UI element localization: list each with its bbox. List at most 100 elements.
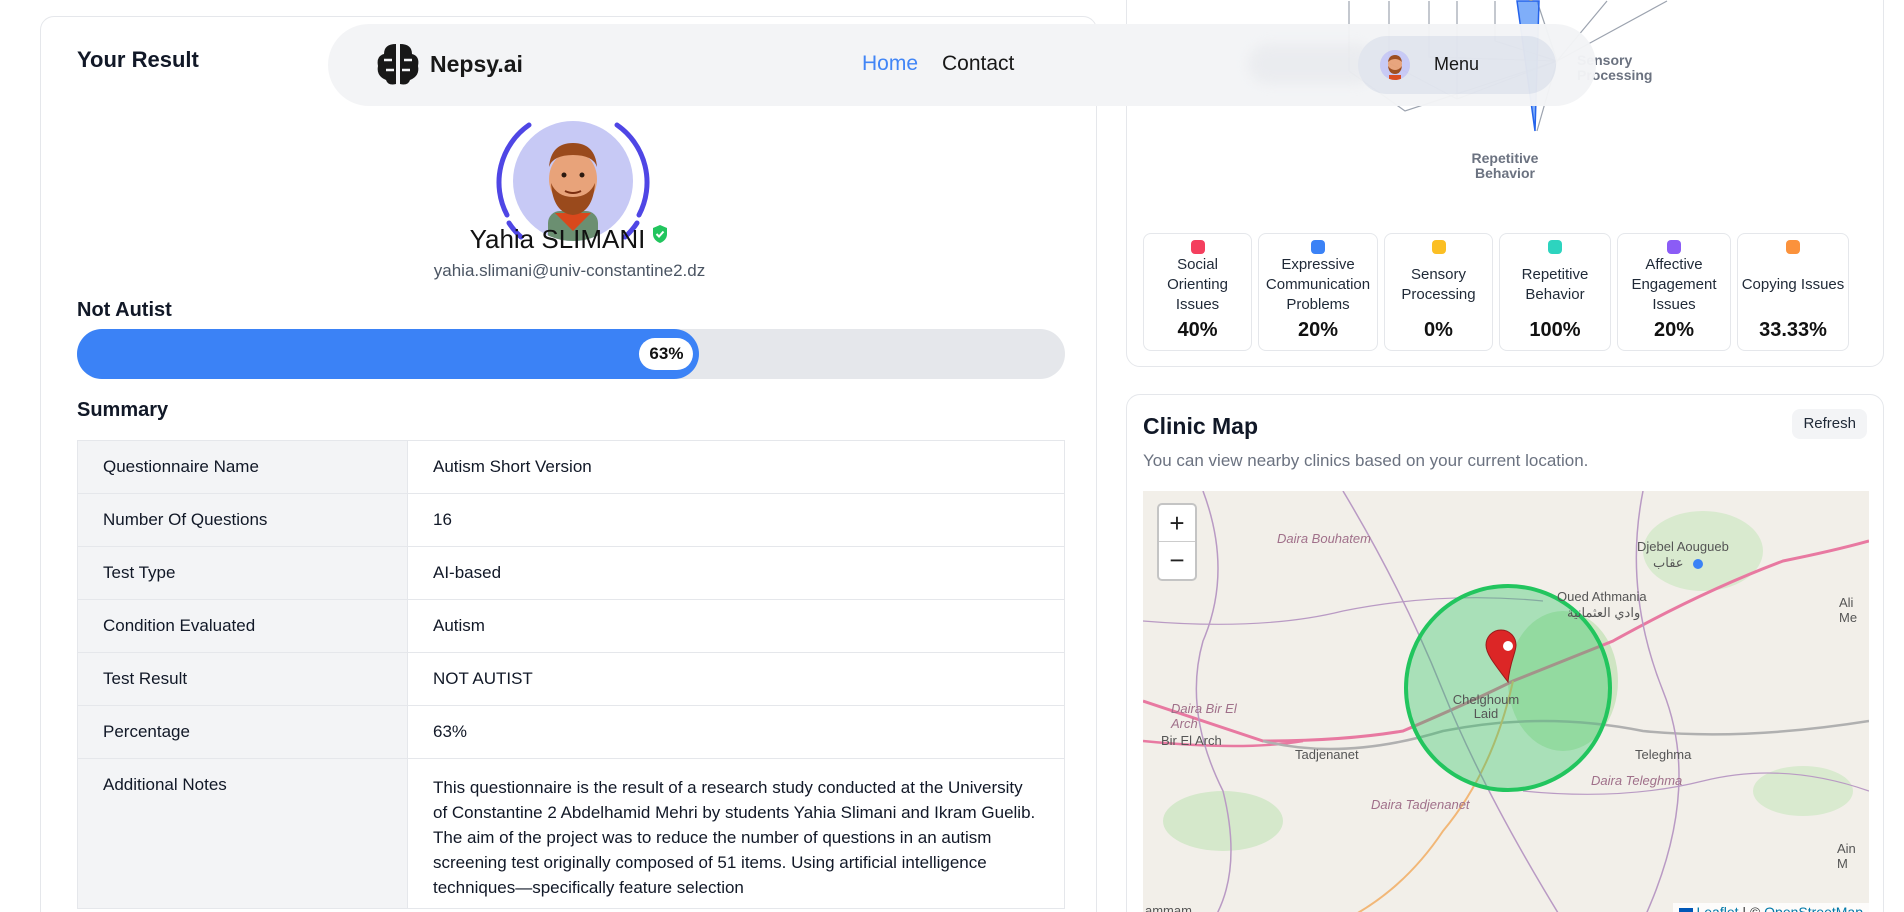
map-place-label: Chelghoum Laid (1452, 692, 1520, 721)
notes-text: This questionnaire is the result of a re… (433, 778, 1036, 897)
user-name-row: Yahia SLIMANI (41, 224, 1098, 255)
map-place-label: Djebel Aougueb (1637, 539, 1729, 554)
radar-axis-repetitive: Repetitive Behavior (1472, 150, 1539, 181)
table-row: Test Type AI-based (77, 546, 1065, 600)
tile-repetitive-behavior: Repetitive Behavior 100% (1499, 233, 1611, 351)
nav-contact-link[interactable]: Contact (942, 52, 1014, 76)
tile-value: 33.33% (1759, 319, 1827, 341)
leaflet-link[interactable]: Leaflet (1696, 904, 1738, 912)
row-key: Additional Notes (77, 758, 408, 909)
clinic-map[interactable]: Daira Bouhatem Djebel Aougueb عقاب Oued … (1143, 491, 1869, 912)
legend-dot (1786, 240, 1800, 254)
map-place-label: Oued Athmania (1557, 589, 1647, 604)
page: Your Result Yahia SLIMANI yahia.slimani@… (0, 0, 1904, 912)
scrollbar[interactable] (1886, 0, 1904, 912)
summary-table: Questionnaire Name Autism Short Version N… (77, 440, 1065, 909)
map-place-label: عقاب (1653, 555, 1684, 570)
result-status: Not Autist (77, 299, 172, 321)
navbar: Nepsy.ai Home Contact Menu (328, 24, 1596, 106)
map-place-label: Bir El Arch (1161, 733, 1222, 748)
tile-social-orienting: Social Orienting Issues 40% (1143, 233, 1252, 351)
map-place-label: Daira Teleghma (1591, 773, 1683, 788)
map-place-label: Tadjenanet (1295, 747, 1359, 762)
row-value-percentage: 63% (407, 705, 1065, 759)
tile-value: 20% (1297, 319, 1339, 341)
table-row: Number Of Questions 16 (77, 493, 1065, 547)
map-place-label: Ain M (1837, 841, 1856, 871)
row-key: Test Type (77, 546, 408, 600)
user-name: Yahia SLIMANI (469, 224, 646, 254)
brand-name: Nepsy.ai (430, 50, 523, 77)
zoom-out-button[interactable]: − (1159, 542, 1195, 579)
progress-bar: 63% (77, 329, 1065, 379)
map-place-label: Daira Tadjenanet (1371, 797, 1470, 812)
row-value: Autism (407, 599, 1065, 653)
tile-value: 0% (1424, 319, 1453, 341)
summary-title: Summary (77, 399, 169, 421)
tile-label: Social Orienting Issues (1167, 256, 1228, 313)
tile-affective-engagement: Affective Engagement Issues 20% (1617, 233, 1731, 351)
tile-label: Repetitive Behavior (1521, 266, 1589, 303)
legend-dot (1431, 240, 1446, 254)
tile-expressive-communication: Expressive Communication Problems 20% (1258, 233, 1378, 351)
map-place-label: وادي العثمانية (1567, 605, 1641, 620)
legend-dot (1667, 240, 1681, 254)
attribution-separator: | © (1742, 904, 1761, 912)
legend-dot (1311, 240, 1325, 254)
svg-text:ỡ: ỡ (1527, 0, 1536, 4)
progress-label: 63% (639, 338, 694, 370)
brand[interactable]: Nepsy.ai (374, 40, 523, 88)
tile-label: Expressive Communication Problems (1265, 256, 1371, 313)
nav-home-link[interactable]: Home (862, 52, 918, 76)
tile-copying-issues: Copying Issues 33.33% (1737, 233, 1849, 351)
tile-value: 40% (1177, 319, 1218, 341)
row-key: Percentage (77, 705, 408, 759)
tile-label: Affective Engagement Issues (1631, 256, 1717, 313)
tile-label: Copying Issues (1741, 276, 1845, 293)
table-row: Percentage 63% (77, 705, 1065, 759)
map-place-label: Teleghma (1635, 747, 1692, 762)
tile-value: 20% (1653, 319, 1695, 341)
row-key: Number Of Questions (77, 493, 408, 547)
row-value: Autism Short Version (407, 440, 1065, 494)
category-tiles: Social Orienting Issues 40% Expressive Co… (1143, 233, 1849, 351)
legend-dot (1190, 240, 1205, 254)
table-row: Test Result NOT AUTIST (77, 652, 1065, 706)
avatar (513, 121, 633, 241)
row-value: 16 (407, 493, 1065, 547)
menu-avatar (1380, 50, 1410, 80)
zoom-in-button[interactable]: + (1159, 505, 1195, 542)
result-card: Your Result Yahia SLIMANI yahia.slimani@… (40, 16, 1097, 912)
refresh-button[interactable]: Refresh (1792, 409, 1867, 439)
table-row: Condition Evaluated Autism (77, 599, 1065, 653)
map-place-label: Daira Bouhatem (1277, 531, 1371, 546)
tile-label: Sensory Processing (1401, 266, 1476, 303)
osm-link[interactable]: OpenStreetMap (1764, 904, 1863, 912)
legend-dot (1548, 240, 1562, 254)
row-value: AI-based (407, 546, 1065, 600)
user-email: yahia.slimani@univ-constantine2.dz (433, 261, 706, 280)
table-row: Additional Notes This questionnaire is th… (77, 758, 1065, 909)
row-value-result: NOT AUTIST (407, 652, 1065, 706)
clinic-map-card: Clinic Map You can view nearby clinics b… (1126, 394, 1884, 912)
tile-sensory-processing: Sensory Processing 0% (1384, 233, 1493, 351)
navbar-blur (1248, 44, 1376, 84)
map-attribution: Leaflet | © OpenStreetMap (1672, 903, 1869, 912)
progress-fill: 63% (77, 329, 700, 379)
table-row: Questionnaire Name Autism Short Version (77, 440, 1065, 494)
row-key: Questionnaire Name (77, 440, 408, 494)
map-place-label: Ali Me (1839, 595, 1858, 625)
ukraine-flag-icon (1678, 908, 1693, 912)
row-key: Test Result (77, 652, 408, 706)
menu-button[interactable]: Menu (1358, 36, 1556, 94)
brain-logo-icon (377, 44, 419, 85)
row-key: Condition Evaluated (77, 599, 408, 653)
verified-icon (653, 225, 668, 243)
clinic-map-title: Clinic Map (1143, 413, 1259, 439)
row-value-notes: This questionnaire is the result of a re… (407, 758, 1065, 909)
clinic-map-subtitle: You can view nearby clinics based on you… (1143, 451, 1589, 470)
map-place-label: Daira Bir El Arch (1171, 701, 1237, 731)
map-place-label: ammam (1145, 903, 1192, 912)
menu-label: Menu (1434, 54, 1480, 74)
zoom-control: + − (1157, 503, 1197, 581)
